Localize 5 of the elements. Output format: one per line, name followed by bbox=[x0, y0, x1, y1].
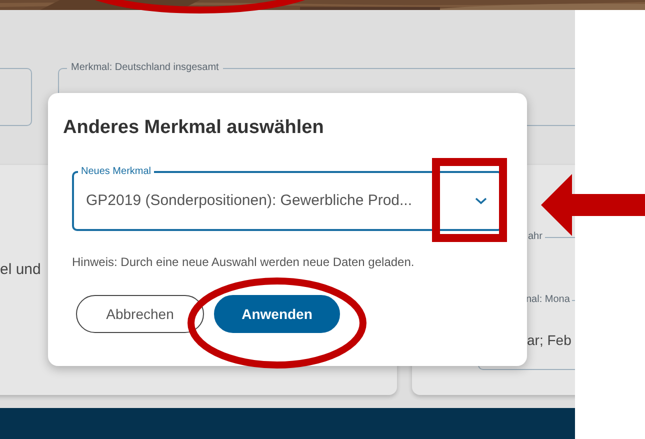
card-text: el und bbox=[0, 260, 41, 280]
dialog-title: Anderes Merkmal auswählen bbox=[63, 116, 325, 140]
field-value: ar; Feb bbox=[527, 331, 572, 350]
hint-text: Hinweis: Durch eine neue Auswahl werden neue Daten geladen. bbox=[72, 254, 416, 271]
field-label: Merkmal: Deutschland insgesamt bbox=[67, 61, 223, 75]
